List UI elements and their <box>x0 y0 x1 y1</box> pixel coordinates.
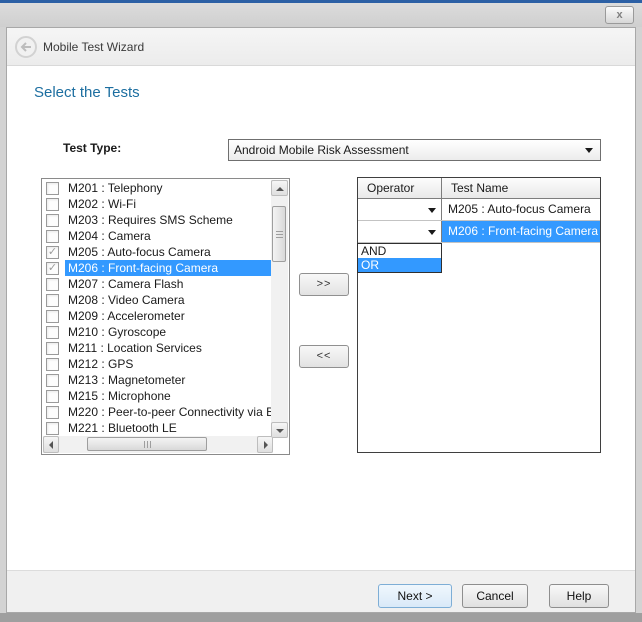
test-label: M208 : Video Camera <box>65 292 272 308</box>
scroll-up-icon <box>276 187 284 191</box>
test-checkbox[interactable] <box>46 374 59 387</box>
back-button[interactable] <box>15 36 37 58</box>
scroll-left-button[interactable] <box>43 436 59 453</box>
test-label: M221 : Bluetooth LE <box>65 420 272 436</box>
test-name-cell[interactable]: M205 : Auto-focus Camera <box>442 199 600 220</box>
test-label: M212 : GPS <box>65 356 272 372</box>
help-button[interactable]: Help <box>549 584 609 608</box>
test-list-item[interactable]: M205 : Auto-focus Camera <box>43 244 272 260</box>
test-checkbox[interactable] <box>46 214 59 227</box>
operator-cell[interactable] <box>358 199 442 220</box>
vertical-scrollbar-thumb[interactable] <box>272 206 286 262</box>
dialog-footer: Next > Cancel Help <box>7 570 635 612</box>
window-titlebar[interactable]: x <box>0 3 642 27</box>
scroll-down-button[interactable] <box>271 422 288 438</box>
test-type-select[interactable]: Android Mobile Risk Assessment <box>228 139 601 161</box>
operator-dropdown-list: ANDOR <box>357 243 442 273</box>
operator-cell[interactable] <box>358 221 442 242</box>
test-type-value: Android Mobile Risk Assessment <box>234 143 409 157</box>
back-arrow-icon <box>20 42 32 52</box>
test-list-item[interactable]: M213 : Magnetometer <box>43 372 272 388</box>
available-tests-panel: M201 : TelephonyM202 : Wi-FiM203 : Requi… <box>41 178 290 455</box>
test-label: M204 : Camera <box>65 228 272 244</box>
test-label: M205 : Auto-focus Camera <box>65 244 272 260</box>
test-label: M210 : Gyroscope <box>65 324 272 340</box>
test-checkbox[interactable] <box>46 422 59 435</box>
window-bottom-edge <box>0 613 642 622</box>
test-checkbox[interactable] <box>46 406 59 419</box>
close-icon[interactable]: x <box>605 6 634 24</box>
test-list-item[interactable]: M220 : Peer-to-peer Connectivity via Blu… <box>43 404 272 420</box>
operator-option[interactable]: AND <box>358 244 441 258</box>
test-checkbox[interactable] <box>46 262 59 275</box>
table-row[interactable]: M205 : Auto-focus Camera <box>358 199 600 221</box>
test-checkbox[interactable] <box>46 182 59 195</box>
test-list-item[interactable]: M201 : Telephony <box>43 180 272 196</box>
test-label: M206 : Front-facing Camera <box>65 260 272 276</box>
test-list-item[interactable]: M208 : Video Camera <box>43 292 272 308</box>
operator-option[interactable]: OR <box>358 258 441 272</box>
test-checkbox[interactable] <box>46 278 59 291</box>
wizard-dialog: Mobile Test Wizard Select the Tests Test… <box>6 27 636 613</box>
test-label: M209 : Accelerometer <box>65 308 272 324</box>
test-label: M207 : Camera Flash <box>65 276 272 292</box>
test-list-item[interactable]: M210 : Gyroscope <box>43 324 272 340</box>
horizontal-scrollbar[interactable] <box>43 436 273 453</box>
remove-tests-button[interactable]: << <box>299 345 349 368</box>
test-label: M211 : Location Services <box>65 340 272 356</box>
test-list-item[interactable]: M207 : Camera Flash <box>43 276 272 292</box>
test-label: M201 : Telephony <box>65 180 272 196</box>
test-checkbox[interactable] <box>46 310 59 323</box>
scroll-right-icon <box>264 441 268 449</box>
column-header-operator: Operator <box>358 178 442 198</box>
scroll-down-icon <box>276 429 284 433</box>
test-checkbox[interactable] <box>46 198 59 211</box>
test-label: M203 : Requires SMS Scheme <box>65 212 272 228</box>
table-row[interactable]: M206 : Front-facing Camera <box>358 221 600 243</box>
chevron-down-icon <box>585 148 593 153</box>
operator-dropdown-icon[interactable] <box>425 225 439 239</box>
test-label: M202 : Wi-Fi <box>65 196 272 212</box>
available-tests-list: M201 : TelephonyM202 : Wi-FiM203 : Requi… <box>43 180 272 438</box>
test-list-item[interactable]: M204 : Camera <box>43 228 272 244</box>
test-list-item[interactable]: M209 : Accelerometer <box>43 308 272 324</box>
test-checkbox[interactable] <box>46 230 59 243</box>
cancel-button[interactable]: Cancel <box>462 584 528 608</box>
test-list-item[interactable]: M202 : Wi-Fi <box>43 196 272 212</box>
test-name-cell[interactable]: M206 : Front-facing Camera <box>442 221 600 242</box>
test-checkbox[interactable] <box>46 342 59 355</box>
scroll-left-icon <box>49 441 53 449</box>
grid-rows: M205 : Auto-focus CameraM206 : Front-fac… <box>358 199 600 243</box>
scroll-right-button[interactable] <box>257 436 273 453</box>
test-checkbox[interactable] <box>46 294 59 307</box>
test-list-item[interactable]: M212 : GPS <box>43 356 272 372</box>
test-type-label: Test Type: <box>63 141 121 155</box>
test-checkbox[interactable] <box>46 326 59 339</box>
test-checkbox[interactable] <box>46 246 59 259</box>
operator-dropdown-icon[interactable] <box>425 203 439 217</box>
test-checkbox[interactable] <box>46 390 59 403</box>
test-checkbox[interactable] <box>46 358 59 371</box>
vertical-scrollbar[interactable] <box>271 180 288 438</box>
test-label: M220 : Peer-to-peer Connectivity via Blu… <box>65 404 272 420</box>
test-list-item[interactable]: M206 : Front-facing Camera <box>43 260 272 276</box>
test-label: M213 : Magnetometer <box>65 372 272 388</box>
scroll-up-button[interactable] <box>271 180 288 196</box>
add-tests-button[interactable]: >> <box>299 273 349 296</box>
page-title: Select the Tests <box>34 84 140 101</box>
grid-header: Operator Test Name <box>358 178 600 199</box>
wizard-window: x Mobile Test Wizard Select the Tests Te… <box>0 0 642 622</box>
test-list-item[interactable]: M203 : Requires SMS Scheme <box>43 212 272 228</box>
test-list-item[interactable]: M221 : Bluetooth LE <box>43 420 272 436</box>
next-button[interactable]: Next > <box>378 584 452 608</box>
test-list-item[interactable]: M211 : Location Services <box>43 340 272 356</box>
test-label: M215 : Microphone <box>65 388 272 404</box>
wizard-header: Mobile Test Wizard <box>7 28 635 66</box>
wizard-title: Mobile Test Wizard <box>43 28 144 66</box>
column-header-test-name: Test Name <box>442 178 600 198</box>
test-list-item[interactable]: M215 : Microphone <box>43 388 272 404</box>
selected-tests-grid: Operator Test Name M205 : Auto-focus Cam… <box>357 177 601 453</box>
horizontal-scrollbar-thumb[interactable] <box>87 437 207 451</box>
